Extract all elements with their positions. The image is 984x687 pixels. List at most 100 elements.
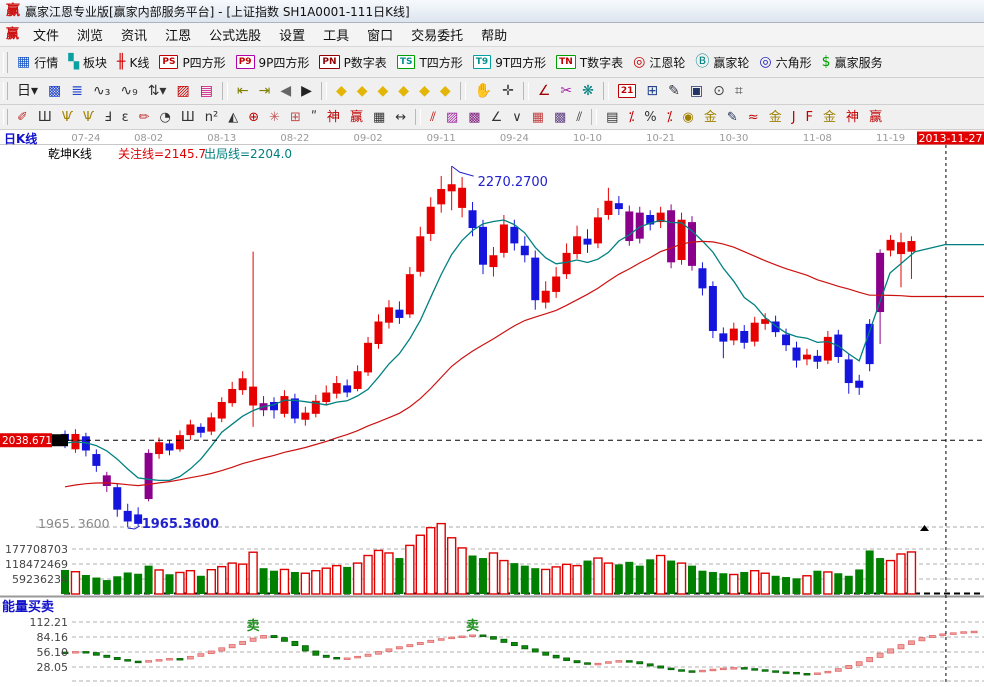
energy-bar[interactable] <box>971 631 977 633</box>
candlestick[interactable] <box>354 365 362 391</box>
candlestick[interactable] <box>887 235 895 256</box>
energy-bar[interactable] <box>908 641 914 645</box>
volume-bar[interactable] <box>740 572 748 594</box>
protractor-button[interactable]: ∠ <box>534 80 555 102</box>
volume-bar[interactable] <box>270 571 278 594</box>
volume-bar[interactable] <box>845 576 853 594</box>
energy-bar[interactable] <box>679 670 685 672</box>
energy-bar[interactable] <box>919 638 925 641</box>
chart-overlay-button[interactable]: ▩ <box>44 80 65 102</box>
candlestick[interactable] <box>364 337 372 376</box>
candlestick[interactable] <box>395 301 403 323</box>
snapshot-button[interactable]: ⊙ <box>709 80 729 102</box>
candlestick[interactable] <box>531 251 539 310</box>
volume-bar[interactable] <box>510 563 518 594</box>
energy-bar[interactable] <box>156 660 162 662</box>
energy-bar[interactable] <box>720 668 726 670</box>
energy-bar[interactable] <box>846 665 852 668</box>
candlestick[interactable] <box>207 413 215 435</box>
energy-bar[interactable] <box>522 646 528 649</box>
volume-bar[interactable] <box>291 572 299 594</box>
menu-item-3[interactable]: 资讯 <box>112 27 156 46</box>
candlestick[interactable] <box>678 213 686 265</box>
volume-bar[interactable] <box>615 564 623 594</box>
energy-bar[interactable] <box>888 649 894 653</box>
last-page-button[interactable]: ⇥ <box>255 80 275 102</box>
volume-bar[interactable] <box>280 569 288 594</box>
candlestick[interactable] <box>124 504 132 527</box>
volume-bar[interactable] <box>531 568 539 594</box>
volume-bar[interactable] <box>395 558 403 594</box>
hist-panel-button[interactable]: ▤ <box>602 106 622 128</box>
energy-bar[interactable] <box>135 661 141 663</box>
gann-shift-star-button[interactable]: ◆ <box>415 80 434 102</box>
volume-bar[interactable] <box>176 572 184 594</box>
energy-bar[interactable] <box>93 653 99 656</box>
menu-item-10[interactable]: 帮助 <box>472 27 516 46</box>
volume-bar[interactable] <box>636 566 644 594</box>
energy-bar[interactable] <box>198 654 204 657</box>
candlestick[interactable] <box>866 319 874 371</box>
first-page-button[interactable]: ⇤ <box>233 80 253 102</box>
energy-bar[interactable] <box>752 669 758 671</box>
volume-bar[interactable] <box>489 553 497 594</box>
energy-bar[interactable] <box>511 642 517 645</box>
energy-bar[interactable] <box>72 652 78 654</box>
candlestick[interactable] <box>186 420 194 440</box>
9p-square-button[interactable]: P99P四方形 <box>232 51 314 73</box>
menu-item-2[interactable]: 浏览 <box>68 27 112 46</box>
pan-hand-button[interactable]: ✋ <box>471 80 496 102</box>
kline-button[interactable]: ╫K线 <box>113 51 153 73</box>
menu-item-1[interactable]: 文件 <box>24 27 68 46</box>
volume-bar[interactable] <box>134 574 142 594</box>
energy-bar[interactable] <box>428 640 434 642</box>
crosshair-circle-button[interactable]: ⊕ <box>244 106 263 128</box>
candlestick[interactable] <box>584 229 592 253</box>
volume-bar[interactable] <box>228 563 236 594</box>
percent-button[interactable]: % <box>640 106 660 128</box>
volume-bar[interactable] <box>625 562 633 594</box>
energy-bar[interactable] <box>449 637 455 639</box>
fan-shade-button[interactable]: ▩ <box>464 106 484 128</box>
volume-bar[interactable] <box>855 569 863 594</box>
kline-chart[interactable]: 卖卖2038.67172270.27001965.36001965. 36000… <box>0 130 984 683</box>
menu-item-6[interactable]: 设置 <box>270 27 314 46</box>
fan-lines-button[interactable]: ⫽ <box>426 106 440 128</box>
winner-wheel-button[interactable]: Ⓑ赢家轮 <box>691 51 753 73</box>
candlestick[interactable] <box>375 314 383 348</box>
candlestick[interactable] <box>793 342 801 368</box>
energy-bar[interactable] <box>83 652 89 654</box>
candlestick[interactable] <box>845 353 853 393</box>
candlestick[interactable] <box>667 204 675 268</box>
crosshair-button[interactable]: ✛ <box>498 80 518 102</box>
volume-bar[interactable] <box>166 574 174 594</box>
grid-box-button[interactable]: ⊞ <box>286 106 305 128</box>
energy-bar[interactable] <box>564 658 570 661</box>
volume-bar[interactable] <box>197 576 205 594</box>
menu-item-5[interactable]: 公式选股 <box>200 27 270 46</box>
notes-button[interactable]: ✎ <box>664 80 684 102</box>
ying-tool-button[interactable]: 赢 <box>346 106 367 128</box>
p-number-table-button[interactable]: PNP数字表 <box>315 51 390 73</box>
energy-bar[interactable] <box>114 657 120 659</box>
energy-bar[interactable] <box>637 662 643 664</box>
volume-bar[interactable] <box>730 575 738 594</box>
calendar-button[interactable]: 21 <box>614 80 641 102</box>
winner-service-button[interactable]: $赢家服务 <box>818 51 887 73</box>
grid-dark-button[interactable]: ▩ <box>550 106 570 128</box>
candlestick[interactable] <box>228 382 236 407</box>
gann-shift-horizontal-button[interactable]: ◆ <box>374 80 393 102</box>
volume-bar[interactable] <box>427 528 435 594</box>
energy-bar[interactable] <box>480 635 486 637</box>
candlestick[interactable] <box>197 423 205 437</box>
energy-bar[interactable] <box>783 672 789 674</box>
candlestick[interactable] <box>625 206 633 246</box>
volume-bar[interactable] <box>406 545 414 594</box>
energy-bar[interactable] <box>208 651 214 654</box>
wave-3-button[interactable]: ∿₃ <box>89 80 114 102</box>
energy-bar[interactable] <box>376 652 382 655</box>
period-daily-dropdown-button[interactable]: 日▾ <box>13 80 42 102</box>
volume-bar[interactable] <box>552 567 560 594</box>
angle-line-button[interactable]: ∠ <box>487 106 507 128</box>
energy-bar[interactable] <box>334 657 340 659</box>
